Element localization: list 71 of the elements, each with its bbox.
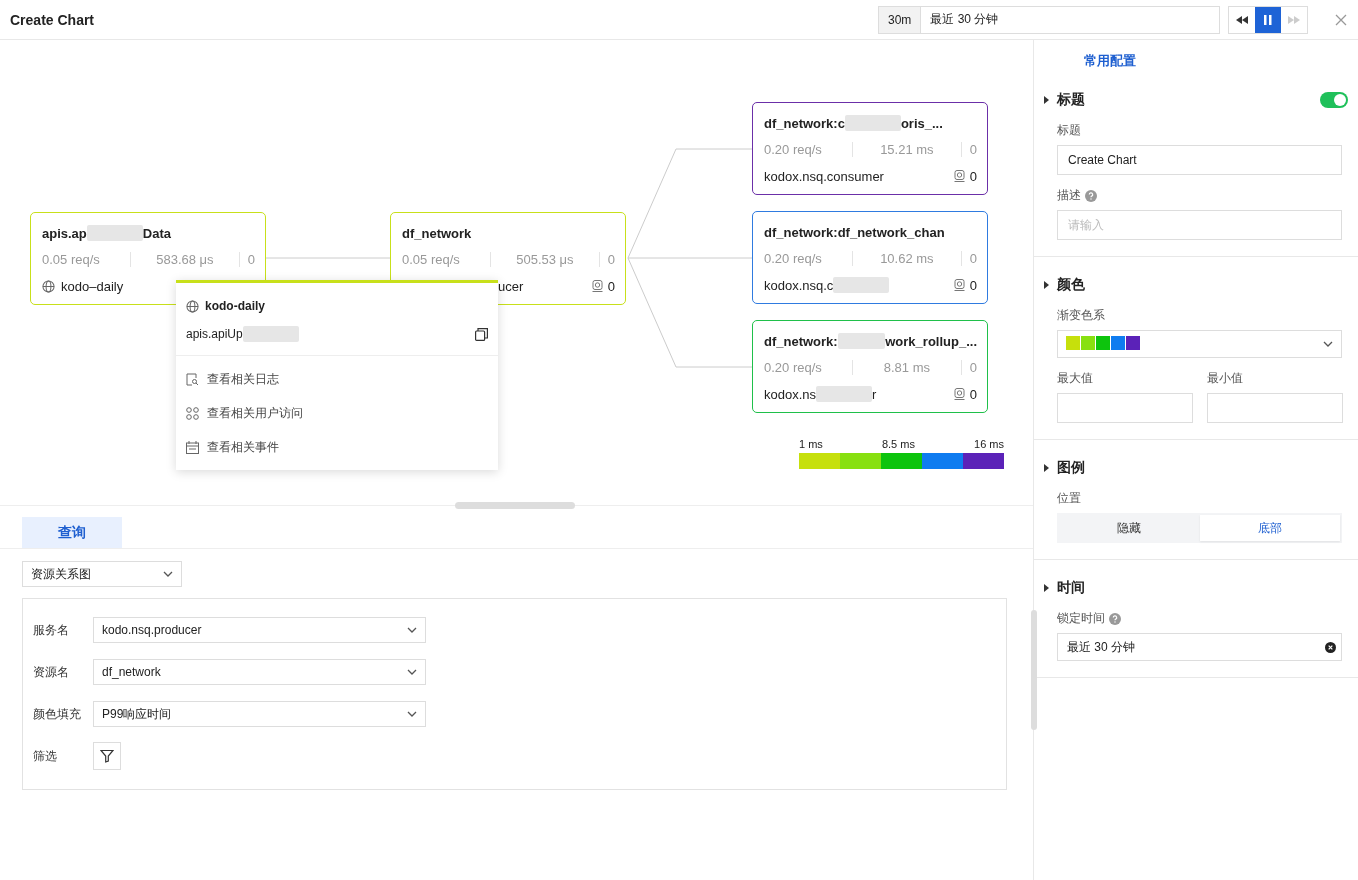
node-metric: 0.05 req/s	[402, 251, 461, 267]
segment-option[interactable]: 隐藏	[1059, 515, 1200, 541]
node-metric: 0	[247, 251, 255, 267]
node-metric: 0.20 req/s	[764, 141, 823, 157]
select-field[interactable]: df_network	[93, 659, 426, 685]
service-name: r	[872, 386, 877, 402]
select-field[interactable]: P99响应时间	[93, 701, 426, 727]
node-count: 0	[607, 278, 615, 294]
node-count: 0	[969, 168, 977, 184]
text-field[interactable]: 请输入	[1057, 210, 1342, 240]
section-title: 图例	[1057, 459, 1085, 477]
node-metric: 583.68 μs	[130, 251, 240, 267]
node-metric: 0	[969, 359, 977, 375]
node-title: Data	[142, 225, 171, 241]
legend-label: 1 ms	[799, 438, 823, 450]
segment-option[interactable]: 底部	[1199, 515, 1340, 541]
popup-menu-item[interactable]: 查看相关事件	[176, 430, 498, 464]
service-name: ucer	[498, 278, 524, 294]
field-label: 颜色填充	[33, 705, 82, 723]
node-metric: 0	[607, 251, 615, 267]
graph-node[interactable]: df_network:df_network_chan 0.20 req/s 10.62 ms 0 kodox.nsq.c 0	[752, 211, 988, 304]
node-metric: 505.53 μs	[490, 251, 600, 267]
node-metric: 0	[969, 141, 977, 157]
node-count: 0	[969, 277, 977, 293]
node-title: df_network:	[764, 333, 838, 349]
node-title: df_network:df_network_chan	[764, 224, 945, 240]
field-label: 锁定时间	[1057, 610, 1105, 627]
field-label: 最小值	[1207, 370, 1243, 387]
select-field[interactable]: kodo.nsq.producer	[93, 617, 426, 643]
node-metric: 0.20 req/s	[764, 250, 823, 266]
node-metric: 10.62 ms	[852, 250, 962, 266]
popup-resource: apis.apiUp	[186, 327, 243, 341]
node-metric: 15.21 ms	[852, 141, 962, 157]
node-count: 0	[969, 386, 977, 402]
time-field[interactable]: 最近 30 分钟	[1057, 633, 1342, 661]
chart-type-select[interactable]: 资源关系图	[22, 561, 182, 587]
node-metric: 0.05 req/s	[42, 251, 101, 267]
service-name: kodox.ns	[764, 386, 817, 402]
settings-tab[interactable]: 常用配置	[1084, 52, 1358, 72]
graph-node[interactable]: df_network: work_rollup_... 0.20 req/s 8.81 ms 0 kodox.ns r 0	[752, 320, 988, 413]
text-field[interactable]: Create Chart	[1057, 145, 1342, 175]
node-title: df_network:c	[764, 115, 845, 131]
node-title: oris_...	[900, 115, 943, 131]
node-metric: 0	[969, 250, 977, 266]
popup-menu-item[interactable]: 查看相关用户访问	[176, 396, 498, 430]
field-label: 描述	[1057, 187, 1081, 204]
service-name: kodo–daily	[61, 278, 124, 294]
node-metric: 0.20 req/s	[764, 359, 823, 375]
service-name: kodox.nsq.consumer	[764, 168, 884, 184]
section-title: 标题	[1057, 91, 1085, 109]
node-title: apis.ap	[42, 225, 87, 241]
time-range-field[interactable]: 30m 最近 30 分钟	[878, 5, 1220, 34]
field-label: 渐变色系	[1057, 307, 1105, 324]
field-label: 服务名	[33, 621, 70, 639]
field-label: 位置	[1057, 490, 1081, 507]
node-title: df_network	[402, 225, 472, 241]
graph-node[interactable]: df_network:c oris_... 0.20 req/s 15.21 ms 0 kodox.nsq.consumer 0	[752, 102, 988, 195]
node-title: work_rollup_...	[885, 333, 977, 349]
node-metric: 8.81 ms	[852, 359, 962, 375]
field-label: 资源名	[33, 663, 70, 681]
legend-label: 16 ms	[974, 438, 1004, 450]
field-label: 最大值	[1057, 370, 1093, 387]
section-title: 颜色	[1057, 276, 1085, 294]
popup-menu-item[interactable]: 查看相关日志	[176, 362, 498, 396]
window-title: Create Chart	[10, 11, 96, 28]
query-tab[interactable]: 查询	[22, 517, 122, 548]
section-title: 时间	[1057, 579, 1085, 597]
legend-label: 8.5 ms	[881, 438, 915, 450]
field-label: 标题	[1057, 122, 1081, 139]
service-name: kodox.nsq.c	[764, 277, 834, 293]
field-label: 筛选	[33, 747, 58, 765]
